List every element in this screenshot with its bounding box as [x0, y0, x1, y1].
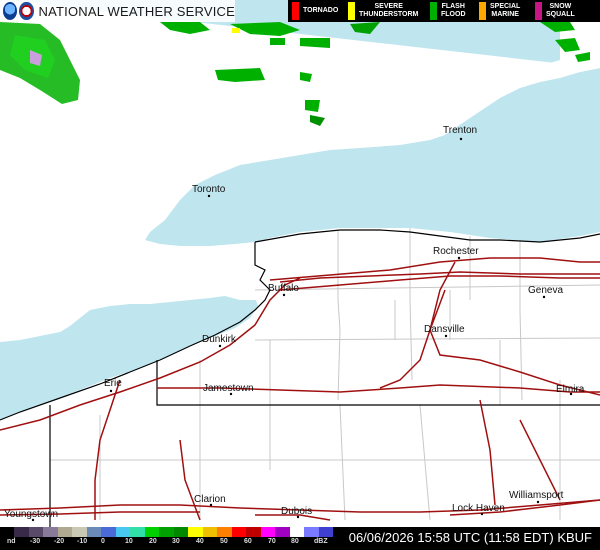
dbz-tick-label: 30	[172, 538, 180, 545]
dbz-color-cell	[188, 527, 203, 537]
legend-swatch	[479, 2, 486, 20]
legend-item-flash-flood: FLASH FLOOD	[426, 0, 475, 22]
dbz-color-cell	[318, 527, 334, 537]
header-bar: NATIONAL WEATHER SERVICE TORNADO SEVERE …	[0, 0, 600, 22]
legend-label: SNOW SQUALL	[546, 3, 575, 18]
dbz-color-cell	[101, 527, 116, 537]
dbz-color-cell	[130, 527, 145, 537]
legend-swatch	[430, 2, 437, 20]
dbz-tick-label: dBZ	[314, 538, 328, 545]
dbz-color-cell	[144, 527, 160, 537]
legend-item-special-marine: SPECIAL MARINE	[475, 0, 531, 22]
legend-label: TORNADO	[303, 7, 339, 14]
legend-swatch	[348, 2, 355, 20]
dbz-color-cell	[57, 527, 73, 537]
dbz-color-cell	[231, 527, 247, 537]
city-label-elmira: Elmira	[556, 384, 585, 395]
noaa-logo-icon	[3, 2, 18, 20]
legend-label: SEVERE THUNDERSTORM	[359, 3, 419, 18]
dbz-tick-label: -10	[77, 538, 88, 545]
city-label-toronto: Toronto	[192, 184, 226, 195]
legend-item-tornado: TORNADO	[288, 0, 344, 22]
dbz-tick-label: 50	[220, 538, 228, 545]
dbz-color-cell	[115, 527, 131, 537]
dbz-color-cell	[246, 527, 261, 537]
nws-logo-icon	[19, 2, 34, 20]
city-label-lock-haven: Lock Haven	[452, 503, 505, 514]
dbz-color-cell	[260, 527, 276, 537]
warnings-legend: TORNADO SEVERE THUNDERSTORM FLASH FLOOD …	[288, 0, 600, 22]
city-label-dunkirk: Dunkirk	[202, 334, 236, 345]
city-label-rochester: Rochester	[433, 246, 479, 257]
dbz-tick-label: 10	[125, 538, 133, 545]
dbz-tick-label: 40	[196, 538, 204, 545]
city-label-williamsport: Williamsport	[509, 490, 564, 501]
dbz-color-scale	[0, 527, 334, 537]
radar-timestamp: 06/06/2026 15:58 UTC (11:58 EDT) KBUF	[348, 530, 592, 545]
legend-swatch	[535, 2, 542, 20]
dbz-color-cell	[202, 527, 218, 537]
dbz-color-cell	[159, 527, 174, 537]
dbz-tick-label: 60	[244, 538, 252, 545]
city-label-dubois: Dubois	[281, 506, 313, 517]
dbz-color-cell	[275, 527, 290, 537]
legend-item-severe-thunderstorm: SEVERE THUNDERSTORM	[344, 0, 426, 22]
dbz-tick-label: 0	[101, 538, 105, 545]
dbz-color-cell	[289, 527, 305, 537]
dbz-tick-label: 70	[268, 538, 276, 545]
legend-label: FLASH FLOOD	[441, 3, 466, 18]
dbz-color-cell	[173, 527, 189, 537]
dbz-color-cell	[72, 527, 87, 537]
radar-map[interactable]	[0, 0, 600, 550]
city-label-trenton: Trenton	[443, 125, 478, 136]
legend-item-snow-squall: SNOW SQUALL	[531, 0, 591, 22]
dbz-tick-label: -20	[54, 538, 65, 545]
legend-label: SPECIAL MARINE	[490, 3, 521, 18]
dbz-scale-labels: nd -30 -20 -10 0 10 20 30 40 50 60 70 80 dBZ	[0, 537, 340, 550]
page-title: NATIONAL WEATHER SERVICE	[38, 3, 235, 19]
city-label-jamestown: Jamestown	[203, 383, 254, 394]
city-label-erie: Erie	[104, 378, 122, 389]
city-label-geneva: Geneva	[528, 285, 564, 296]
dbz-color-cell	[304, 527, 319, 537]
dbz-color-cell	[43, 527, 58, 537]
dbz-tick-label: -30	[30, 538, 41, 545]
dbz-color-cell	[0, 527, 15, 537]
legend-swatch	[292, 2, 299, 20]
city-label-buffalo: Buffalo	[268, 283, 299, 294]
dbz-tick-label: nd	[7, 538, 16, 545]
dbz-color-cell	[28, 527, 44, 537]
dbz-tick-label: 80	[291, 538, 299, 545]
city-label-clarion: Clarion	[194, 494, 226, 505]
dbz-tick-label: 20	[149, 538, 157, 545]
dbz-color-cell	[14, 527, 29, 537]
nws-brand[interactable]: NATIONAL WEATHER SERVICE	[0, 0, 235, 22]
city-label-dansville: Dansville	[424, 324, 465, 335]
dbz-color-cell	[217, 527, 232, 537]
city-label-youngstown: Youngstown	[4, 509, 59, 520]
dbz-color-cell	[86, 527, 102, 537]
